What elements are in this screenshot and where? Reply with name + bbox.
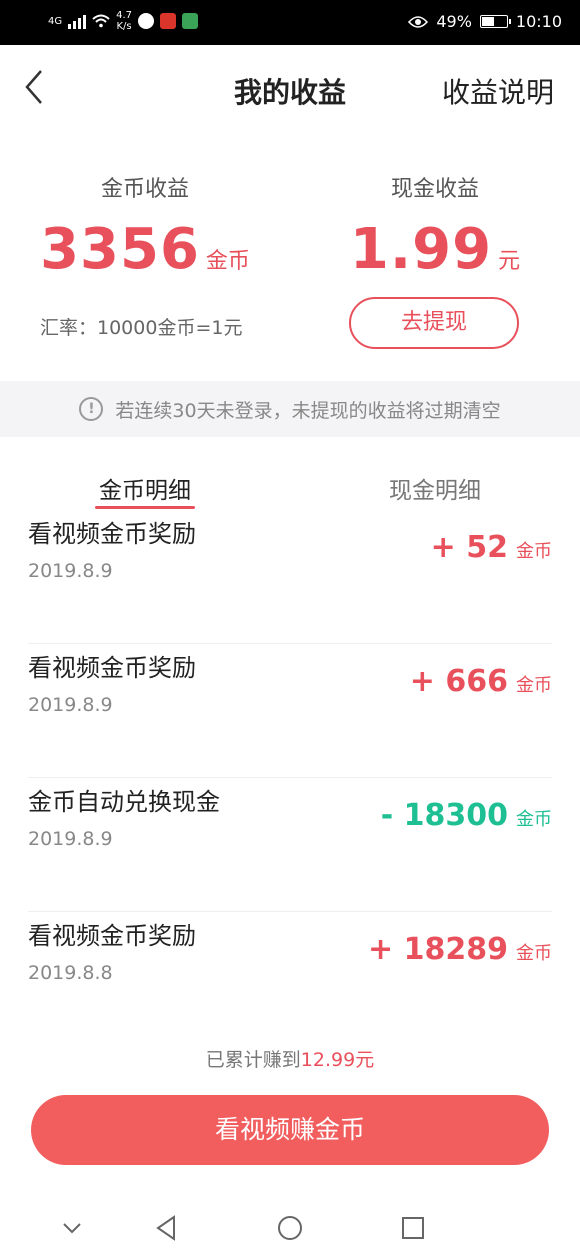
record-date: 2019.8.9 [28, 694, 113, 716]
record-value: + 52 [430, 530, 508, 565]
eye-icon [408, 15, 429, 28]
status-right: 49% 10:10 [408, 12, 562, 31]
record-amount: + 666 金币 [410, 664, 552, 699]
chevron-down-icon[interactable] [56, 1212, 88, 1244]
total-value: 12.99元 [300, 1049, 375, 1071]
coin-unit: 金币 [205, 249, 250, 274]
home-circle-icon[interactable] [274, 1212, 306, 1244]
status-bar: 4G 4.7 K/s 49% 10:10 [0, 0, 580, 45]
cash-amount: 1.99 元 [290, 217, 580, 282]
system-nav-bar [0, 1198, 580, 1254]
record-title: 看视频金币奖励 [28, 654, 196, 682]
record-unit: 金币 [516, 541, 552, 562]
info-icon: ! [79, 397, 104, 421]
wifi-icon [92, 14, 110, 28]
cash-earnings: 现金收益 1.99 元 [290, 171, 580, 282]
green-app-icon [182, 13, 199, 29]
record-date: 2019.8.8 [28, 962, 113, 984]
active-tab-indicator [95, 506, 195, 509]
back-triangle-icon[interactable] [150, 1212, 182, 1244]
record-value: + 666 [409, 664, 508, 699]
coin-earnings-label: 金币收益 [100, 177, 189, 202]
watch-video-earn-button[interactable]: 看视频赚金币 [31, 1095, 549, 1165]
records-list: 看视频金币奖励 2019.8.9 + 52 金币 看视频金币奖励 2019.8.9… [28, 510, 552, 1045]
network-type: 4G [48, 15, 63, 27]
record-amount: + 52 金币 [431, 530, 552, 565]
list-item[interactable]: 看视频金币奖励 2019.8.9 + 52 金币 [28, 510, 552, 644]
record-amount: + 18289 金币 [368, 932, 552, 967]
record-title: 看视频金币奖励 [28, 520, 196, 548]
tab-coin-detail[interactable]: 金币明细 [0, 471, 290, 505]
battery-percent: 49% [436, 12, 472, 31]
coin-amount: 3356 金币 [0, 217, 290, 282]
record-value: - 18300 [380, 798, 508, 833]
coin-value: 3356 [40, 217, 200, 282]
list-item[interactable]: 看视频金币奖励 2019.8.8 + 18289 金币 [28, 912, 552, 1045]
signal-icon [68, 13, 87, 29]
news-app-icon [160, 13, 177, 29]
total-earned: 已累计赚到12.99元 [0, 1045, 580, 1072]
exchange-rate: 汇率：10000金币=1元 [40, 317, 243, 339]
cash-value: 1.99 [349, 217, 493, 282]
record-title: 看视频金币奖励 [28, 922, 196, 950]
clock: 10:10 [515, 12, 562, 31]
record-date: 2019.8.9 [28, 560, 113, 582]
withdraw-button[interactable]: 去提现 [349, 297, 519, 349]
record-unit: 金币 [516, 675, 552, 696]
record-value: + 18289 [368, 932, 508, 967]
tab-cash-detail[interactable]: 现金明细 [290, 471, 580, 505]
cash-unit: 元 [498, 249, 521, 274]
record-title: 金币自动兑换现金 [28, 788, 220, 816]
speed-unit: K/s [116, 21, 132, 32]
recent-apps-square-icon[interactable] [397, 1212, 429, 1244]
status-left: 4G 4.7 K/s [48, 10, 199, 32]
list-item[interactable]: 看视频金币奖励 2019.8.9 + 666 金币 [28, 644, 552, 778]
record-unit: 金币 [516, 809, 552, 830]
battery-icon [479, 15, 511, 28]
coin-earnings: 金币收益 3356 金币 [0, 171, 290, 282]
speed-value: 4.7 [116, 10, 133, 21]
network-speed: 4.7 K/s [116, 10, 132, 32]
record-date: 2019.8.9 [28, 828, 113, 850]
record-unit: 金币 [516, 943, 552, 964]
cash-earnings-label: 现金收益 [390, 177, 479, 202]
app-notification-icon [138, 13, 155, 29]
list-item[interactable]: 金币自动兑换现金 2019.8.9 - 18300 金币 [28, 778, 552, 912]
detail-tabs: 金币明细 现金明细 [0, 437, 580, 517]
nav-header: 我的收益 收益说明 [0, 45, 580, 133]
earnings-summary: 金币收益 3356 金币 现金收益 1.99 元 汇率：10000金币=1元 去提现 [0, 133, 580, 381]
earnings-info-link[interactable]: 收益说明 [442, 71, 554, 111]
total-prefix: 已累计赚到 [205, 1049, 301, 1071]
record-amount: - 18300 金币 [381, 798, 552, 833]
expiry-notice: ! 若连续30天未登录，未提现的收益将过期清空 [0, 381, 580, 437]
notice-text: 若连续30天未登录，未提现的收益将过期清空 [115, 399, 501, 422]
